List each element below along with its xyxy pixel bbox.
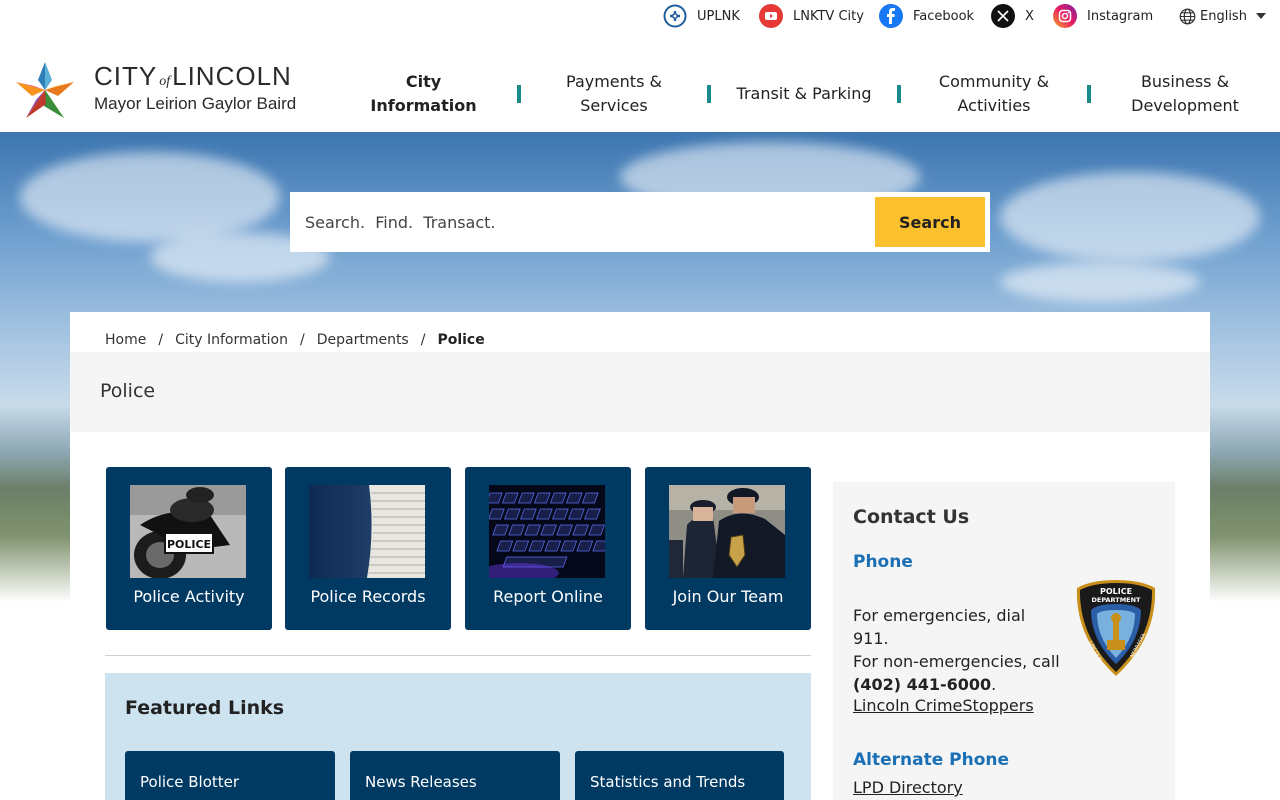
tile-label: Police Records (310, 587, 426, 606)
nav-separator (517, 85, 521, 103)
badge-text-mid: DEPARTMENT (1092, 596, 1142, 604)
section-divider (105, 655, 811, 656)
title-band: Police (70, 352, 1210, 432)
tile-report-online[interactable]: Report Online (465, 467, 631, 630)
crimestoppers-link[interactable]: Lincoln CrimeStoppers (853, 696, 1034, 715)
utility-bar: UPLNK LNKTV City Facebook X Instagram En… (0, 0, 1280, 34)
nav-payments-services[interactable]: Payments & Services (548, 70, 680, 118)
lpd-directory-link[interactable]: LPD Directory (853, 778, 963, 797)
cloud (1000, 262, 1200, 302)
contact-title: Contact Us (853, 506, 970, 528)
nav-community-activities[interactable]: Community & Activities (924, 70, 1064, 118)
phone-heading: Phone (853, 552, 913, 572)
logo-title: CITY ofLINCOLN (94, 61, 292, 91)
page-title: Police (100, 380, 156, 402)
youtube-icon (759, 4, 783, 28)
tile-label: Report Online (493, 587, 603, 606)
nav-separator (1087, 85, 1091, 103)
nav-business-development[interactable]: Business & Development (1120, 70, 1250, 118)
breadcrumb: Home / City Information / Departments / … (105, 332, 485, 348)
police-badge-icon: POLICE DEPARTMENT LINCOLN NEBRASKA (1076, 580, 1156, 676)
facebook-icon (879, 4, 903, 28)
nav-city-information[interactable]: City Information (350, 70, 497, 118)
nav-transit-parking[interactable]: Transit & Parking (733, 70, 875, 118)
instagram-link[interactable]: Instagram (1053, 3, 1153, 29)
svg-text:POLICE: POLICE (167, 538, 211, 551)
facebook-label: Facebook (913, 8, 975, 24)
cloud (20, 152, 280, 242)
breadcrumb-home[interactable]: Home (105, 332, 146, 348)
x-link[interactable]: X (991, 3, 1034, 29)
site-search: Search (290, 192, 990, 252)
featured-title: Featured Links (125, 697, 285, 719)
search-input[interactable] (290, 192, 870, 252)
emergency-line: For emergencies, dial 911. (853, 606, 1026, 648)
non-emergency-line: For non-emergencies, call (853, 652, 1060, 671)
breadcrumb-departments[interactable]: Departments (317, 332, 409, 348)
uplnk-icon (663, 4, 687, 28)
lnktv-label: LNKTV City (793, 8, 864, 24)
language-select[interactable]: English (1179, 3, 1266, 29)
nav-separator (707, 85, 711, 103)
officers-image (669, 485, 785, 578)
tile-police-records[interactable]: Police Records (285, 467, 451, 630)
instagram-icon (1053, 4, 1077, 28)
phone-text: For emergencies, dial 911. For non-emerg… (853, 604, 1063, 696)
breadcrumb-separator: / (420, 332, 426, 348)
chevron-down-icon (1255, 13, 1266, 19)
breadcrumb-separator: / (158, 332, 164, 348)
tile-police-activity[interactable]: POLICE Police Activity (106, 467, 272, 630)
tile-join-our-team[interactable]: Join Our Team (645, 467, 811, 630)
alternate-phone-heading: Alternate Phone (853, 750, 1010, 770)
tile-label: Join Our Team (672, 587, 784, 606)
badge-text-top: POLICE (1100, 587, 1132, 596)
cloud (1000, 172, 1260, 262)
contact-panel: Contact Us Phone For emergencies, dial 9… (833, 482, 1175, 800)
instagram-label: Instagram (1087, 8, 1154, 24)
featured-link-news-releases[interactable]: News Releases (350, 751, 560, 800)
star-logo-icon (16, 62, 74, 118)
uplnk-link[interactable]: UPLNK (663, 3, 740, 29)
language-label: English (1200, 8, 1247, 24)
phone-number[interactable]: (402) 441-6000 (853, 675, 991, 694)
paper-stack-image (309, 485, 425, 578)
phone-number-line: (402) 441-6000. (853, 675, 997, 694)
breadcrumb-separator: / (300, 332, 305, 348)
nav-separator (897, 85, 901, 103)
featured-links: Featured Links Police Blotter News Relea… (105, 673, 811, 800)
featured-link-statistics-trends[interactable]: Statistics and Trends (575, 751, 784, 800)
main-content: Home / City Information / Departments / … (70, 312, 1210, 800)
featured-link-police-blotter[interactable]: Police Blotter (125, 751, 335, 800)
keyboard-image (489, 485, 605, 578)
x-label: X (1025, 8, 1034, 24)
breadcrumb-city-information[interactable]: City Information (175, 332, 288, 348)
facebook-link[interactable]: Facebook (879, 3, 974, 29)
search-button[interactable]: Search (875, 197, 985, 247)
lnktv-link[interactable]: LNKTV City (759, 3, 864, 29)
city-logo[interactable]: CITY ofLINCOLN Mayor Leirion Gaylor Baird (14, 60, 324, 120)
tile-label: Police Activity (133, 587, 245, 606)
police-motorcycle-image: POLICE (130, 485, 246, 578)
x-icon (991, 4, 1015, 28)
globe-icon (1179, 8, 1196, 25)
breadcrumb-current: Police (437, 332, 485, 348)
uplnk-label: UPLNK (697, 8, 740, 24)
site-header: CITY ofLINCOLN Mayor Leirion Gaylor Baird… (0, 34, 1280, 132)
mayor-name: Mayor Leirion Gaylor Baird (94, 94, 297, 113)
